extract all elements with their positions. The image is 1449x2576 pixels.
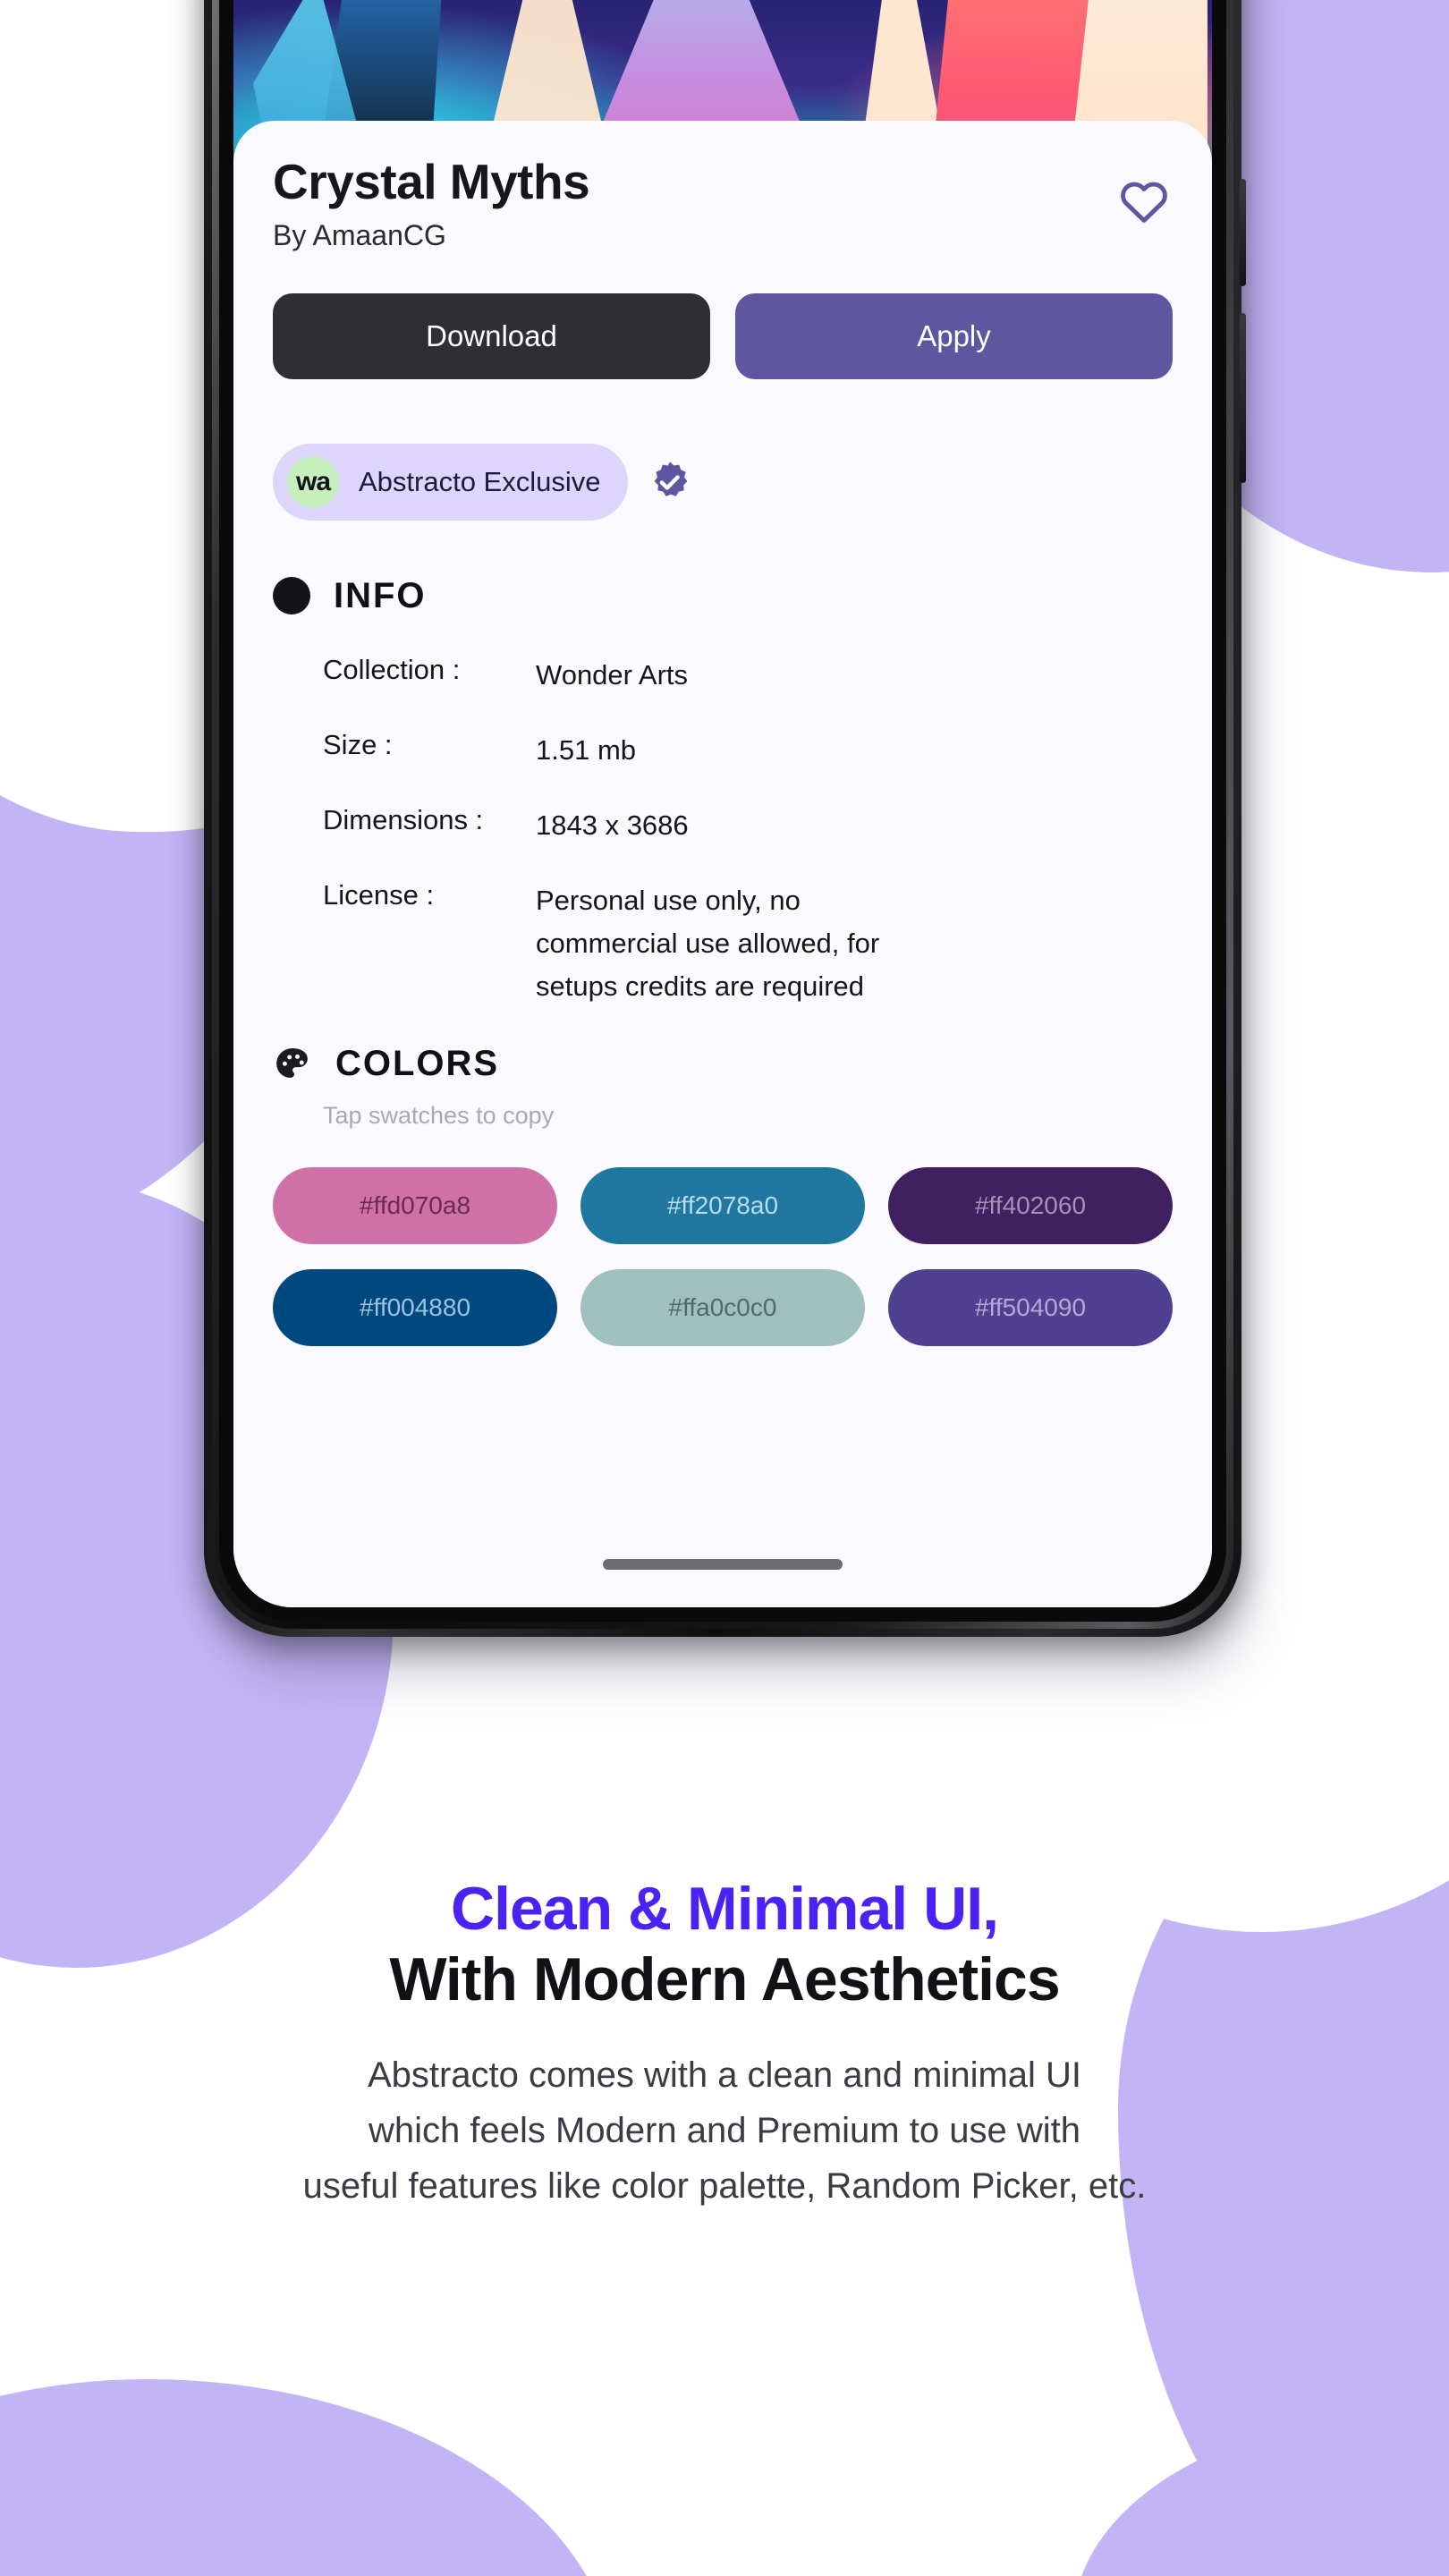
exclusive-chip-label: Abstracto Exclusive (359, 465, 601, 497)
info-row: Size : 1.51 mb (323, 729, 1173, 772)
phone-mockup: Crystal Myths By AmaanCG Download Apply (204, 0, 1254, 1678)
info-value: Personal use only, no commercial use all… (536, 884, 880, 1002)
decorative-blob-bottom-left (0, 2379, 617, 2576)
wallpaper-author: By AmaanCG (273, 218, 446, 251)
info-row: Dimensions : 1843 x 3686 (323, 804, 1173, 847)
phone-screen: Crystal Myths By AmaanCG Download Apply (233, 0, 1212, 1607)
android-gesture-bar[interactable] (603, 1559, 843, 1570)
promo-headline-accent: Clean & Minimal UI (450, 1875, 983, 1943)
verified-badge-icon (654, 462, 687, 496)
phone-side-button-power[interactable] (1240, 313, 1246, 483)
promo-body: Abstracto comes with a clean and minimal… (0, 2047, 1449, 2214)
apply-button[interactable]: Apply (735, 292, 1173, 379)
promo-headline-comma: , (982, 1875, 999, 1943)
promo-body-line: Abstracto comes with a clean and minimal… (367, 2055, 1082, 2095)
color-swatch[interactable]: #ff004880 (273, 1269, 557, 1347)
colors-hint: Tap swatches to copy (323, 1102, 555, 1130)
color-swatch[interactable]: #ffa0c0c0 (580, 1269, 865, 1347)
colors-section-header: COLORS (273, 1044, 1173, 1084)
info-value: 1.51 mb (536, 733, 637, 766)
decorative-blob-bottom-right (1073, 2415, 1449, 2576)
heart-icon (1121, 182, 1167, 223)
info-value: Wonder Arts (536, 658, 689, 691)
color-swatch[interactable]: #ff504090 (888, 1269, 1173, 1347)
wallpaper-details-sheet: Crystal Myths By AmaanCG Download Apply (233, 121, 1212, 1607)
wallpaper-title: Crystal Myths (273, 154, 590, 209)
palette-icon (276, 1047, 308, 1078)
promo-headline: Clean & Minimal UI, With Modern Aestheti… (0, 1874, 1449, 2015)
info-row: Collection : Wonder Arts (323, 654, 1173, 697)
info-key: License : (323, 878, 435, 911)
promo-headline-second-line: With Modern Aesthetics (389, 1945, 1060, 2013)
filled-circle-icon (273, 577, 310, 615)
info-section-header: INFO (273, 576, 1173, 616)
abstracto-logo-icon: wa (287, 455, 339, 508)
color-swatch[interactable]: #ff402060 (888, 1167, 1173, 1245)
color-swatch-grid: #ffd070a8 #ff2078a0 #ff402060 #ff004880 … (273, 1167, 1173, 1347)
action-buttons: Download Apply (273, 292, 1173, 379)
favorite-button[interactable] (1115, 173, 1173, 230)
download-button[interactable]: Download (273, 292, 710, 379)
exclusive-chip[interactable]: wa Abstracto Exclusive (273, 443, 628, 521)
exclusive-badge-row: wa Abstracto Exclusive (273, 443, 1173, 521)
promo-page: Crystal Myths By AmaanCG Download Apply (0, 0, 1449, 2576)
color-swatch[interactable]: #ff2078a0 (580, 1167, 865, 1245)
info-key: Size : (323, 728, 393, 760)
info-heading: INFO (334, 575, 427, 615)
promo-copy: Clean & Minimal UI, With Modern Aestheti… (0, 1874, 1449, 2214)
promo-body-line: which feels Modern and Premium to use wi… (369, 2110, 1080, 2150)
color-swatch[interactable]: #ffd070a8 (273, 1167, 557, 1245)
info-table: Collection : Wonder Arts Size : 1.51 mb … (273, 654, 1173, 1008)
promo-body-line: useful features like color palette, Rand… (302, 2165, 1147, 2206)
info-value: 1843 x 3686 (536, 809, 689, 841)
info-row: License : Personal use only, no commerci… (323, 879, 1173, 1008)
phone-side-button-volume[interactable] (1240, 179, 1246, 286)
wallpaper-title-block: Crystal Myths By AmaanCG (273, 154, 590, 252)
wallpaper-header: Crystal Myths By AmaanCG (273, 154, 1173, 252)
phone-body: Crystal Myths By AmaanCG Download Apply (204, 0, 1246, 1637)
info-key: Dimensions : (323, 803, 484, 835)
info-key: Collection : (323, 653, 461, 685)
colors-heading: COLORS (335, 1044, 500, 1084)
